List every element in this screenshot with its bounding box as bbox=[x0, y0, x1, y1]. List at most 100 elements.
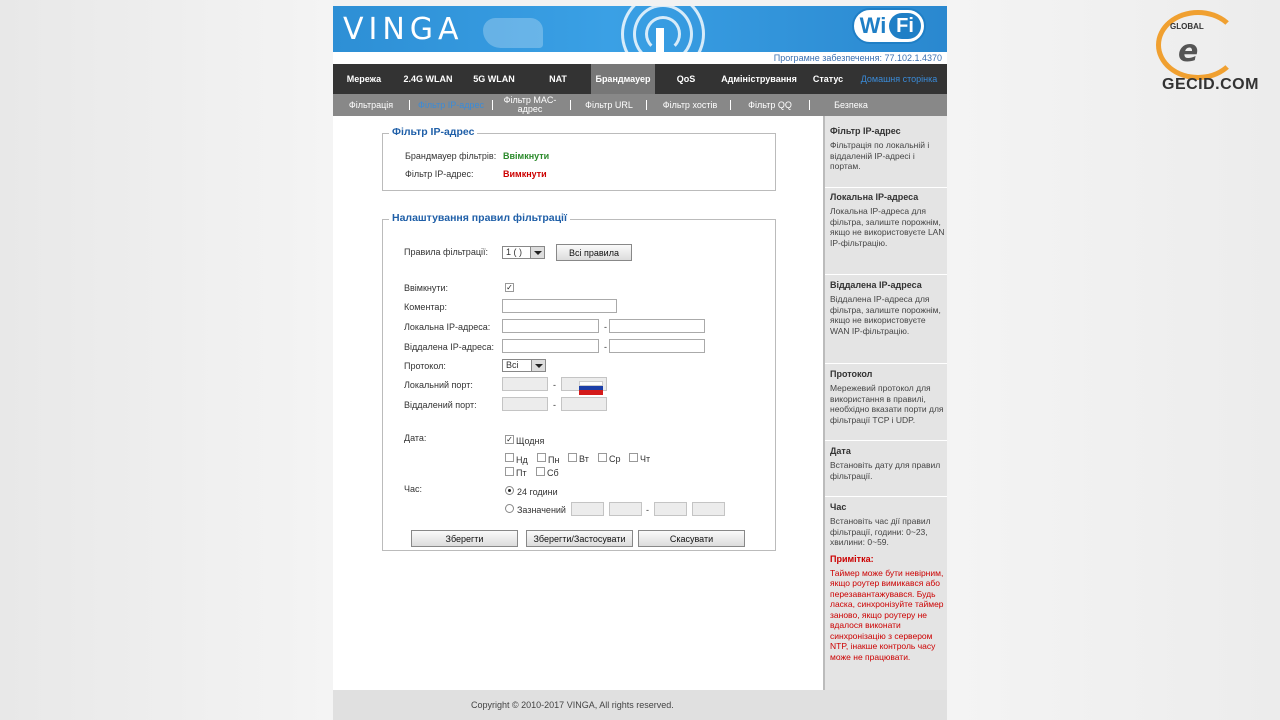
comment-label: Коментар: bbox=[404, 302, 447, 312]
copyright: Copyright © 2010-2017 VINGA, All rights … bbox=[471, 700, 674, 710]
save-apply-button[interactable]: Зберегти/Застосувати bbox=[526, 530, 633, 547]
local-ip-start-input[interactable] bbox=[502, 319, 599, 333]
gecid-watermark: GLOBAL e GECID.COM bbox=[1150, 8, 1265, 98]
range-dash: - bbox=[646, 505, 649, 515]
help-divider bbox=[825, 187, 947, 188]
day-checkbox-wed[interactable] bbox=[598, 453, 607, 462]
remote-port-start-input[interactable] bbox=[502, 397, 548, 411]
nav-status[interactable]: Статус bbox=[807, 64, 849, 94]
time-custom-label: Зазначений bbox=[517, 505, 566, 515]
start-hour-input[interactable] bbox=[571, 502, 604, 516]
range-dash: - bbox=[604, 322, 607, 332]
note-text: Таймер може бути невірним, якщо роутер в… bbox=[830, 567, 944, 662]
nav-firewall[interactable]: Брандмауер bbox=[591, 64, 655, 94]
protocol-select[interactable]: Всі bbox=[502, 359, 546, 372]
all-rules-button[interactable]: Всі правила bbox=[556, 244, 632, 261]
cancel-button[interactable]: Скасувати bbox=[638, 530, 745, 547]
help-divider bbox=[825, 440, 947, 441]
local-port-label: Локальний порт: bbox=[404, 380, 473, 390]
nav-qos[interactable]: QoS bbox=[668, 64, 704, 94]
keyboard-layout-flag-icon bbox=[579, 381, 603, 395]
help-sidebar: Фільтр IP-адрес Фільтрація по локальній … bbox=[823, 116, 947, 690]
day-label: Пт bbox=[516, 468, 527, 478]
subnav-qq-filter[interactable]: Фільтр QQ bbox=[737, 94, 803, 116]
firmware-version: Програмне забезпечення: 77.102.1.4370 bbox=[773, 53, 942, 63]
remote-ip-start-input[interactable] bbox=[502, 339, 599, 353]
ip-filter-fieldset: Фільтр IP-адрес Брандмауер фільтрів: Вві… bbox=[382, 126, 776, 191]
help-divider bbox=[825, 363, 947, 364]
end-minute-input[interactable] bbox=[692, 502, 725, 516]
nav-24g-wlan[interactable]: 2.4G WLAN bbox=[397, 64, 459, 94]
subnav-separator bbox=[570, 100, 571, 110]
start-minute-input[interactable] bbox=[609, 502, 642, 516]
local-ip-label: Локальна IP-адреса: bbox=[404, 322, 491, 332]
subnav-host-filter[interactable]: Фільтр хостів bbox=[653, 94, 727, 116]
help-block-time: Час Встановіть час дії правил фільтрації… bbox=[830, 502, 946, 662]
background-right bbox=[947, 0, 1280, 720]
remote-port-end-input[interactable] bbox=[561, 397, 607, 411]
time-custom-radio[interactable] bbox=[505, 504, 514, 513]
subnav-separator bbox=[730, 100, 731, 110]
subnav-url-filter[interactable]: Фільтр URL bbox=[577, 94, 641, 116]
day-label: Пн bbox=[548, 455, 560, 465]
day-checkbox-sun[interactable] bbox=[505, 453, 514, 462]
rules-legend: Налаштування правил фільтрації bbox=[389, 212, 570, 224]
subnav-separator bbox=[409, 100, 410, 110]
help-block-ip-filter: Фільтр IP-адрес Фільтрація по локальній … bbox=[830, 126, 930, 171]
comment-input[interactable] bbox=[502, 299, 617, 313]
subnav-filtering[interactable]: Фільтрація bbox=[341, 94, 401, 116]
subnav-mac-filter[interactable]: Фільтр MAC-адрес bbox=[497, 94, 563, 116]
router-admin-page: VINGA Wi Fi Програмне забезпечення: 77.1… bbox=[333, 6, 947, 720]
subnav-separator bbox=[809, 100, 810, 110]
remote-port-label: Віддалений порт: bbox=[404, 400, 477, 410]
local-port-start-input[interactable] bbox=[502, 377, 548, 391]
nav-network[interactable]: Мережа bbox=[339, 64, 389, 94]
range-dash: - bbox=[604, 342, 607, 352]
help-divider bbox=[825, 496, 947, 497]
help-divider bbox=[825, 274, 947, 275]
subnav-separator bbox=[492, 100, 493, 110]
day-label: Вт bbox=[579, 454, 589, 464]
time-24h-radio[interactable] bbox=[505, 486, 514, 495]
main-nav: Мережа 2.4G WLAN 5G WLAN NAT Брандмауер … bbox=[333, 64, 947, 94]
day-checkbox-mon[interactable] bbox=[537, 453, 546, 462]
note-title: Примітка: bbox=[830, 553, 874, 564]
remote-ip-label: Віддалена IP-адреса: bbox=[404, 342, 495, 352]
range-dash: - bbox=[553, 400, 556, 410]
rules-label: Правила фільтрації: bbox=[404, 247, 488, 257]
footer: Copyright © 2010-2017 VINGA, All rights … bbox=[333, 690, 947, 720]
nav-administration[interactable]: Адміністрування bbox=[715, 64, 803, 94]
subnav-security[interactable]: Безпека bbox=[819, 94, 883, 116]
help-block-remote-ip: Віддалена IP-адреса Віддалена IP-адреса … bbox=[830, 280, 941, 336]
day-checkbox-fri[interactable] bbox=[505, 467, 514, 476]
rules-select[interactable]: 1 ( ) bbox=[502, 246, 545, 259]
ip-filter-label: Фільтр IP-адрес: bbox=[405, 169, 474, 179]
hand-graphic-icon bbox=[483, 18, 543, 48]
firewall-label: Брандмауер фільтрів: bbox=[405, 151, 497, 161]
range-dash: - bbox=[553, 380, 556, 390]
day-checkbox-tue[interactable] bbox=[568, 453, 577, 462]
local-ip-end-input[interactable] bbox=[609, 319, 705, 333]
day-label: Чт bbox=[640, 454, 651, 464]
gecid-brand: GECID.COM bbox=[1162, 76, 1259, 93]
subnav-ip-filter[interactable]: Фільтр IP-адрес bbox=[415, 94, 487, 116]
vinga-logo: VINGA bbox=[343, 12, 464, 47]
nav-nat[interactable]: NAT bbox=[538, 64, 578, 94]
enable-checkbox[interactable]: ✓ bbox=[505, 283, 514, 292]
chevron-down-icon bbox=[531, 360, 545, 371]
end-hour-input[interactable] bbox=[654, 502, 687, 516]
save-button[interactable]: Зберегти bbox=[411, 530, 518, 547]
help-block-protocol: Протокол Мережевий протокол для використ… bbox=[830, 369, 944, 425]
daily-checkbox[interactable]: ✓ bbox=[505, 435, 514, 444]
ip-filter-legend: Фільтр IP-адрес bbox=[389, 126, 478, 138]
nav-home-page[interactable]: Домашня сторінка bbox=[855, 64, 943, 94]
time-label: Час: bbox=[404, 484, 423, 494]
day-checkbox-thu[interactable] bbox=[629, 453, 638, 462]
day-label: Сб bbox=[547, 468, 559, 478]
chevron-down-icon bbox=[530, 247, 544, 258]
remote-ip-end-input[interactable] bbox=[609, 339, 705, 353]
background-left bbox=[0, 0, 333, 720]
protocol-label: Протокол: bbox=[404, 361, 446, 371]
day-checkbox-sat[interactable] bbox=[536, 467, 545, 476]
nav-5g-wlan[interactable]: 5G WLAN bbox=[465, 64, 523, 94]
